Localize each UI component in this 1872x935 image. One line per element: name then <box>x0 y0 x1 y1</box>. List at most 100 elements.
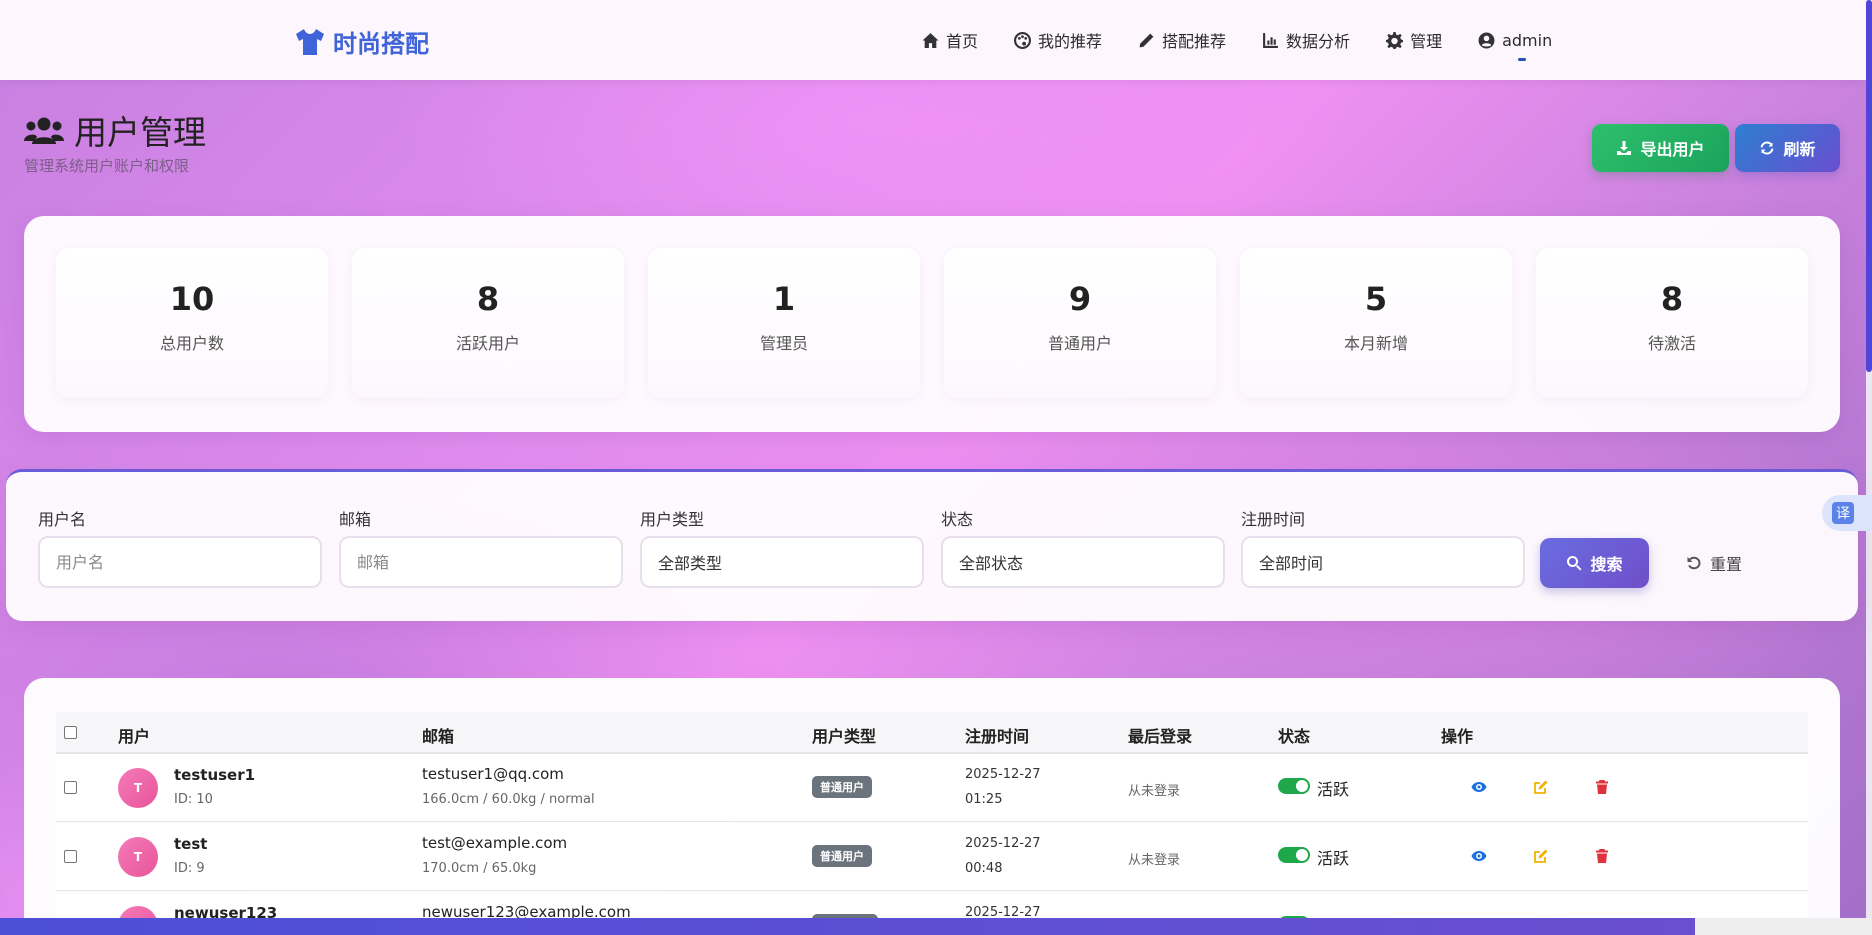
refresh-icon <box>1761 141 1774 155</box>
reg-date: 2025-12-27 <box>965 836 1041 851</box>
username: testuser1 <box>174 766 256 784</box>
eye-icon <box>1471 782 1487 792</box>
user-type-badge: 普通用户 <box>812 845 872 867</box>
user-type-label: 用户类型 <box>640 510 705 529</box>
edit-button[interactable] <box>1532 847 1550 865</box>
horizontal-scrollbar-thumb[interactable] <box>0 918 1695 935</box>
table-row: T testuser1 ID: 10 testuser1@qq.com 166.… <box>56 754 1808 822</box>
delete-button[interactable] <box>1593 778 1611 796</box>
nav-item-manage[interactable]: 管理 <box>1386 28 1442 52</box>
username: test <box>174 835 208 853</box>
nav-item-outfit-recommend[interactable]: 搭配推荐 <box>1138 28 1226 52</box>
row-checkbox[interactable] <box>64 781 77 794</box>
status-label: 状态 <box>941 510 974 529</box>
col-header-status: 状态 <box>1278 727 1311 746</box>
col-header-user-type: 用户类型 <box>812 727 877 746</box>
search-label: 搜索 <box>1590 555 1623 574</box>
email: testuser1@qq.com <box>422 765 564 783</box>
page-title-text: 用户管理 <box>74 113 206 152</box>
status-filter: 状态 全部状态 <box>941 506 1225 588</box>
horizontal-scrollbar-track[interactable] <box>1695 918 1872 935</box>
email: test@example.com <box>422 834 568 852</box>
stat-label: 管理员 <box>759 334 808 353</box>
reset-button[interactable]: 重置 <box>1686 538 1742 588</box>
body-info: 166.0cm / 60.0kg / normal <box>422 792 595 807</box>
trash-icon <box>1596 780 1608 794</box>
view-button[interactable] <box>1470 847 1488 865</box>
status-toggle[interactable] <box>1278 847 1310 863</box>
delete-button[interactable] <box>1593 847 1611 865</box>
view-button[interactable] <box>1470 778 1488 796</box>
chart-icon <box>1263 32 1278 48</box>
status-text: 活跃 <box>1317 780 1350 799</box>
last-login: 从未登录 <box>1128 784 1181 799</box>
reg-time: 00:48 <box>965 861 1003 876</box>
reg-time-select[interactable]: 全部时间 <box>1241 536 1525 588</box>
stat-value: 8 <box>1660 280 1684 318</box>
brand-logo[interactable]: 时尚搭配 <box>295 24 429 59</box>
brand-name: 时尚搭配 <box>333 30 429 58</box>
nav-item-admin-user[interactable]: admin <box>1478 30 1553 61</box>
palette-icon <box>1014 31 1032 49</box>
pencil-icon <box>1139 33 1154 47</box>
select-all-checkbox[interactable] <box>64 726 77 739</box>
filter-panel: 用户名 邮箱 用户类型 全部类型 状态 全部状态 注册时间 全部时间 搜索 重置 <box>6 469 1858 621</box>
col-header-actions: 操作 <box>1441 727 1474 746</box>
edit-icon <box>1534 780 1548 794</box>
stat-card-admins: 1 管理员 <box>648 248 920 398</box>
stat-value: 8 <box>476 280 500 318</box>
col-header-last-login: 最后登录 <box>1128 727 1193 746</box>
reg-time: 01:25 <box>965 792 1003 807</box>
nav-label: 首页 <box>946 32 979 51</box>
user-circle-icon <box>1478 32 1495 48</box>
search-icon <box>1567 556 1582 571</box>
username-input[interactable] <box>38 536 322 588</box>
reg-time-label: 注册时间 <box>1241 510 1306 529</box>
trash-icon <box>1596 849 1608 863</box>
email-input[interactable] <box>339 536 623 588</box>
stat-value: 10 <box>169 280 215 318</box>
export-users-button[interactable]: 导出用户 <box>1592 124 1729 172</box>
export-label: 导出用户 <box>1640 140 1705 159</box>
stat-value: 9 <box>1068 280 1092 318</box>
edit-icon <box>1534 849 1548 863</box>
stat-label: 本月新增 <box>1343 334 1408 353</box>
page-title: 用户管理 <box>24 106 206 154</box>
navbar: 时尚搭配 首页 我的推荐 搭配推荐 数据分析 管理 admin <box>0 0 1866 80</box>
nav-item-home[interactable]: 首页 <box>922 28 978 52</box>
avatar: T <box>118 837 158 877</box>
username-filter: 用户名 <box>38 506 322 588</box>
edit-button[interactable] <box>1532 778 1550 796</box>
table-header: 用户 邮箱 用户类型 注册时间 最后登录 状态 操作 <box>56 712 1808 754</box>
stat-card-total-users: 10 总用户数 <box>56 248 328 398</box>
col-header-reg-time: 注册时间 <box>965 727 1030 746</box>
status-select[interactable]: 全部状态 <box>941 536 1225 588</box>
stat-card-new-this-month: 5 本月新增 <box>1240 248 1512 398</box>
page-subtitle: 管理系统用户账户和权限 <box>24 157 190 175</box>
dropdown-indicator <box>1518 57 1527 61</box>
avatar: T <box>118 768 158 808</box>
stat-label: 待激活 <box>1647 334 1696 353</box>
last-login: 从未登录 <box>1128 853 1181 868</box>
nav-menu: 首页 我的推荐 搭配推荐 数据分析 管理 admin <box>922 28 1553 61</box>
nav-label: 搭配推荐 <box>1162 32 1227 51</box>
translate-button[interactable]: 译 <box>1822 495 1872 531</box>
scrollbar-thumb[interactable] <box>1866 0 1872 372</box>
translate-icon: 译 <box>1832 502 1854 524</box>
search-button[interactable]: 搜索 <box>1540 538 1649 588</box>
nav-label: admin <box>1502 30 1553 50</box>
nav-item-my-recommend[interactable]: 我的推荐 <box>1014 28 1102 52</box>
user-type-select[interactable]: 全部类型 <box>640 536 924 588</box>
body-info: 170.0cm / 65.0kg <box>422 861 537 876</box>
refresh-button[interactable]: 刷新 <box>1735 124 1840 172</box>
users-table-panel: 用户 邮箱 用户类型 注册时间 最后登录 状态 操作 T testuser1 I… <box>24 678 1840 935</box>
row-checkbox[interactable] <box>64 850 77 863</box>
email-filter: 邮箱 <box>339 506 623 588</box>
user-type-badge: 普通用户 <box>812 776 872 798</box>
status-toggle[interactable] <box>1278 778 1310 794</box>
stats-panel: 10 总用户数 8 活跃用户 1 管理员 9 普通用户 5 本月新增 8 待激活 <box>24 216 1840 432</box>
gear-icon <box>1386 31 1404 49</box>
stat-label: 普通用户 <box>1047 334 1112 353</box>
nav-label: 数据分析 <box>1286 32 1351 51</box>
nav-item-analytics[interactable]: 数据分析 <box>1262 28 1350 52</box>
